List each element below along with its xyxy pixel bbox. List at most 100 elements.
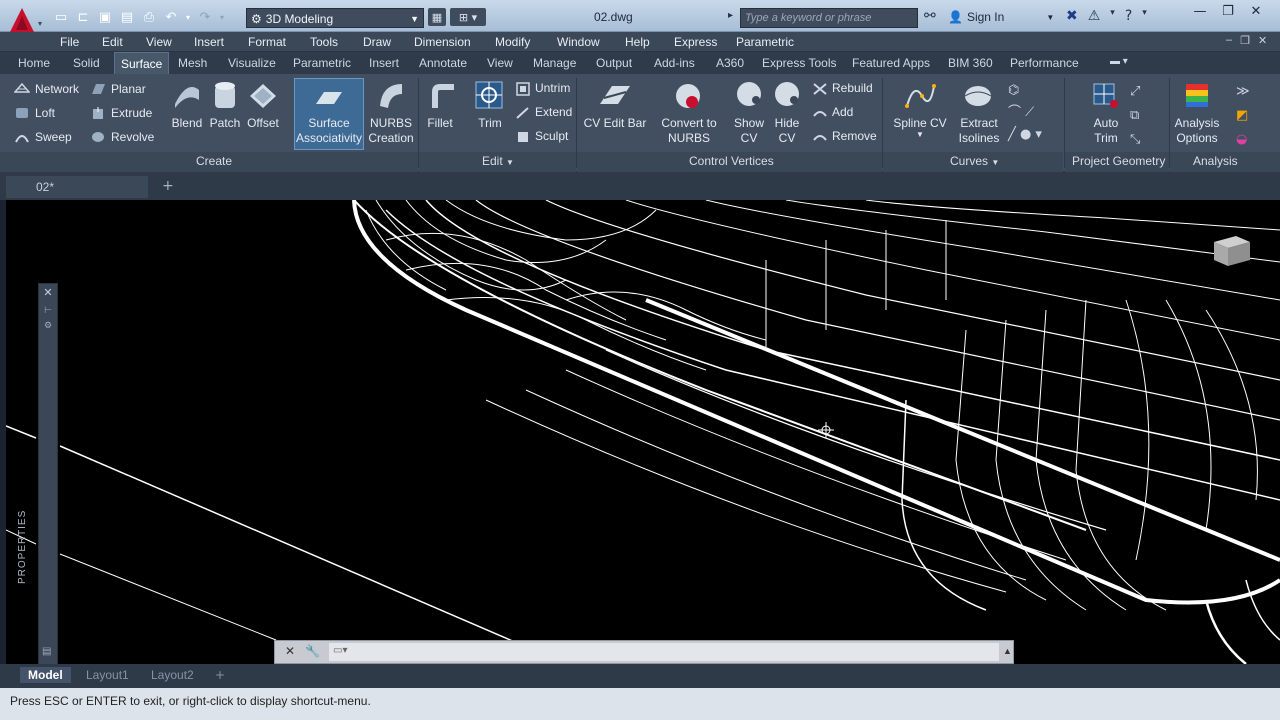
network-button[interactable]: Network — [35, 82, 79, 96]
blend-icon[interactable] — [172, 80, 202, 110]
rebuild-icon[interactable] — [812, 82, 828, 96]
plot-icon[interactable]: ⎙ — [140, 8, 158, 26]
surface-associativity-label-1[interactable]: Surface — [294, 116, 364, 130]
nurbs-creation-label-1[interactable]: NURBS — [366, 116, 416, 130]
add-layout-icon[interactable]: + — [215, 668, 225, 682]
curvature-analysis-icon[interactable]: ◩ — [1236, 108, 1248, 123]
document-tab[interactable]: 02* — [6, 176, 148, 198]
menu-edit[interactable]: Edit — [102, 35, 123, 49]
nurbs-creation-icon[interactable] — [376, 80, 406, 110]
extract-isolines-label-1[interactable]: Extract — [954, 116, 1004, 130]
analysis-panel-title[interactable]: Analysis — [1193, 154, 1238, 168]
undo-dropdown-icon[interactable]: ▾ — [184, 8, 192, 26]
project-view-icon[interactable]: ⧉ — [1130, 108, 1139, 123]
properties-palette[interactable]: ✕ ⊢ ⚙ PROPERTIES ▤ — [17, 283, 58, 665]
extend-button[interactable]: Extend — [535, 105, 572, 119]
menu-format[interactable]: Format — [248, 35, 286, 49]
search-input[interactable]: Type a keyword or phrase — [740, 8, 918, 28]
nurbs-creation-label-2[interactable]: Creation — [366, 131, 416, 145]
analysis-options-label-1[interactable]: Analysis — [1170, 116, 1224, 130]
show-cv-label-2[interactable]: CV — [729, 131, 769, 145]
menu-tools[interactable]: Tools — [310, 35, 338, 49]
chevron-down-icon[interactable]: ▾ — [1110, 8, 1115, 24]
pin-icon[interactable]: ⊢ — [39, 305, 57, 316]
spline-cv-button[interactable]: Spline CV — [890, 116, 950, 130]
project-two-points-icon[interactable]: ⤡ — [1130, 132, 1140, 147]
planar-button[interactable]: Planar — [111, 82, 146, 96]
offset-button[interactable]: Offset — [244, 116, 282, 130]
remove-cv-icon[interactable] — [812, 130, 828, 144]
sweep-button[interactable]: Sweep — [35, 130, 72, 144]
auto-trim-label-2[interactable]: Trim — [1086, 131, 1126, 145]
tab-view[interactable]: View — [487, 56, 513, 70]
cv-edit-bar-icon[interactable] — [598, 80, 632, 110]
connect-icon[interactable]: ⚠ — [1088, 8, 1101, 24]
add-button[interactable]: Add — [832, 105, 853, 119]
show-cv-icon[interactable] — [734, 80, 764, 110]
fillet-icon[interactable] — [426, 80, 456, 110]
save-as-icon[interactable]: ▤ — [118, 8, 136, 26]
convert-to-nurbs-icon[interactable] — [672, 80, 704, 112]
spline-cv-icon[interactable] — [904, 80, 936, 112]
untrim-button[interactable]: Untrim — [535, 81, 570, 95]
offset-surface-icon[interactable] — [248, 80, 278, 110]
create-panel-title[interactable]: Create — [196, 154, 232, 168]
auto-trim-label-1[interactable]: Auto — [1086, 116, 1126, 130]
tab-a360[interactable]: A360 — [716, 56, 744, 70]
line-icon[interactable]: ╱ ● ▾ — [1008, 127, 1042, 142]
new-icon[interactable]: ▭ — [52, 8, 70, 26]
trim-icon[interactable] — [474, 80, 504, 110]
command-input[interactable] — [329, 643, 999, 661]
viewcube-icon[interactable] — [1206, 232, 1254, 268]
extract-isolines-label-2[interactable]: Isolines — [954, 131, 1004, 145]
ribbon-options-icon[interactable]: ▬ ▾ — [1110, 56, 1128, 67]
wrench-icon[interactable]: 🔧 — [305, 644, 320, 658]
chevron-down-icon[interactable]: ▾ — [1142, 8, 1147, 24]
extend-icon[interactable] — [516, 106, 530, 120]
chevron-down-icon[interactable]: ▼ — [916, 130, 924, 139]
settings-icon[interactable]: ⚙ — [39, 320, 57, 331]
tab-express-tools[interactable]: Express Tools — [762, 56, 836, 70]
hide-cv-label-1[interactable]: Hide — [767, 116, 807, 130]
menu-draw[interactable]: Draw — [363, 35, 391, 49]
minimize-icon[interactable]: — — [1190, 4, 1210, 20]
drawing-viewport[interactable] — [6, 200, 1280, 664]
planar-icon[interactable] — [90, 82, 106, 96]
blend-button[interactable]: Blend — [168, 116, 206, 130]
loft-icon[interactable] — [14, 106, 30, 120]
redo-dropdown-icon[interactable]: ▾ — [218, 8, 226, 26]
redo-icon[interactable]: ↷ — [196, 8, 214, 26]
convert-to-nurbs-label-1[interactable]: Convert to — [656, 116, 722, 130]
draft-analysis-icon[interactable]: ◒ — [1236, 132, 1247, 147]
tab-featured-apps[interactable]: Featured Apps — [852, 56, 930, 70]
tab-add-ins[interactable]: Add-ins — [654, 56, 695, 70]
tab-output[interactable]: Output — [596, 56, 632, 70]
menu-insert[interactable]: Insert — [194, 35, 224, 49]
auto-trim-icon[interactable] — [1090, 80, 1120, 110]
tab-model[interactable]: Model — [20, 667, 71, 683]
maximize-icon[interactable]: ❐ — [1218, 4, 1238, 20]
loft-button[interactable]: Loft — [35, 106, 55, 120]
close-icon[interactable]: ✕ — [1246, 4, 1266, 20]
search-expand-icon[interactable]: ▸ — [728, 10, 733, 21]
save-icon[interactable]: ▣ — [96, 8, 114, 26]
sculpt-icon[interactable] — [516, 130, 530, 144]
undo-icon[interactable]: ↶ — [162, 8, 180, 26]
tab-home[interactable]: Home — [18, 56, 50, 70]
tab-performance[interactable]: Performance — [1010, 56, 1079, 70]
remove-button[interactable]: Remove — [832, 129, 877, 143]
tab-annotate[interactable]: Annotate — [419, 56, 467, 70]
patch-button[interactable]: Patch — [206, 116, 244, 130]
revolve-button[interactable]: Revolve — [111, 130, 154, 144]
close-icon[interactable]: ✕ — [39, 286, 57, 299]
extrude-icon[interactable] — [90, 106, 106, 120]
patch-icon[interactable] — [210, 80, 240, 110]
rebuild-button[interactable]: Rebuild — [832, 81, 873, 95]
tab-bim360[interactable]: BIM 360 — [948, 56, 993, 70]
project-geometry-panel-title[interactable]: Project Geometry — [1072, 154, 1165, 168]
exchange-icon[interactable]: ✖ — [1066, 8, 1078, 24]
extract-isolines-icon[interactable] — [962, 80, 994, 112]
tab-surface[interactable]: Surface — [114, 52, 170, 74]
menu-modify[interactable]: Modify — [495, 35, 530, 49]
tab-solid[interactable]: Solid — [73, 56, 100, 70]
